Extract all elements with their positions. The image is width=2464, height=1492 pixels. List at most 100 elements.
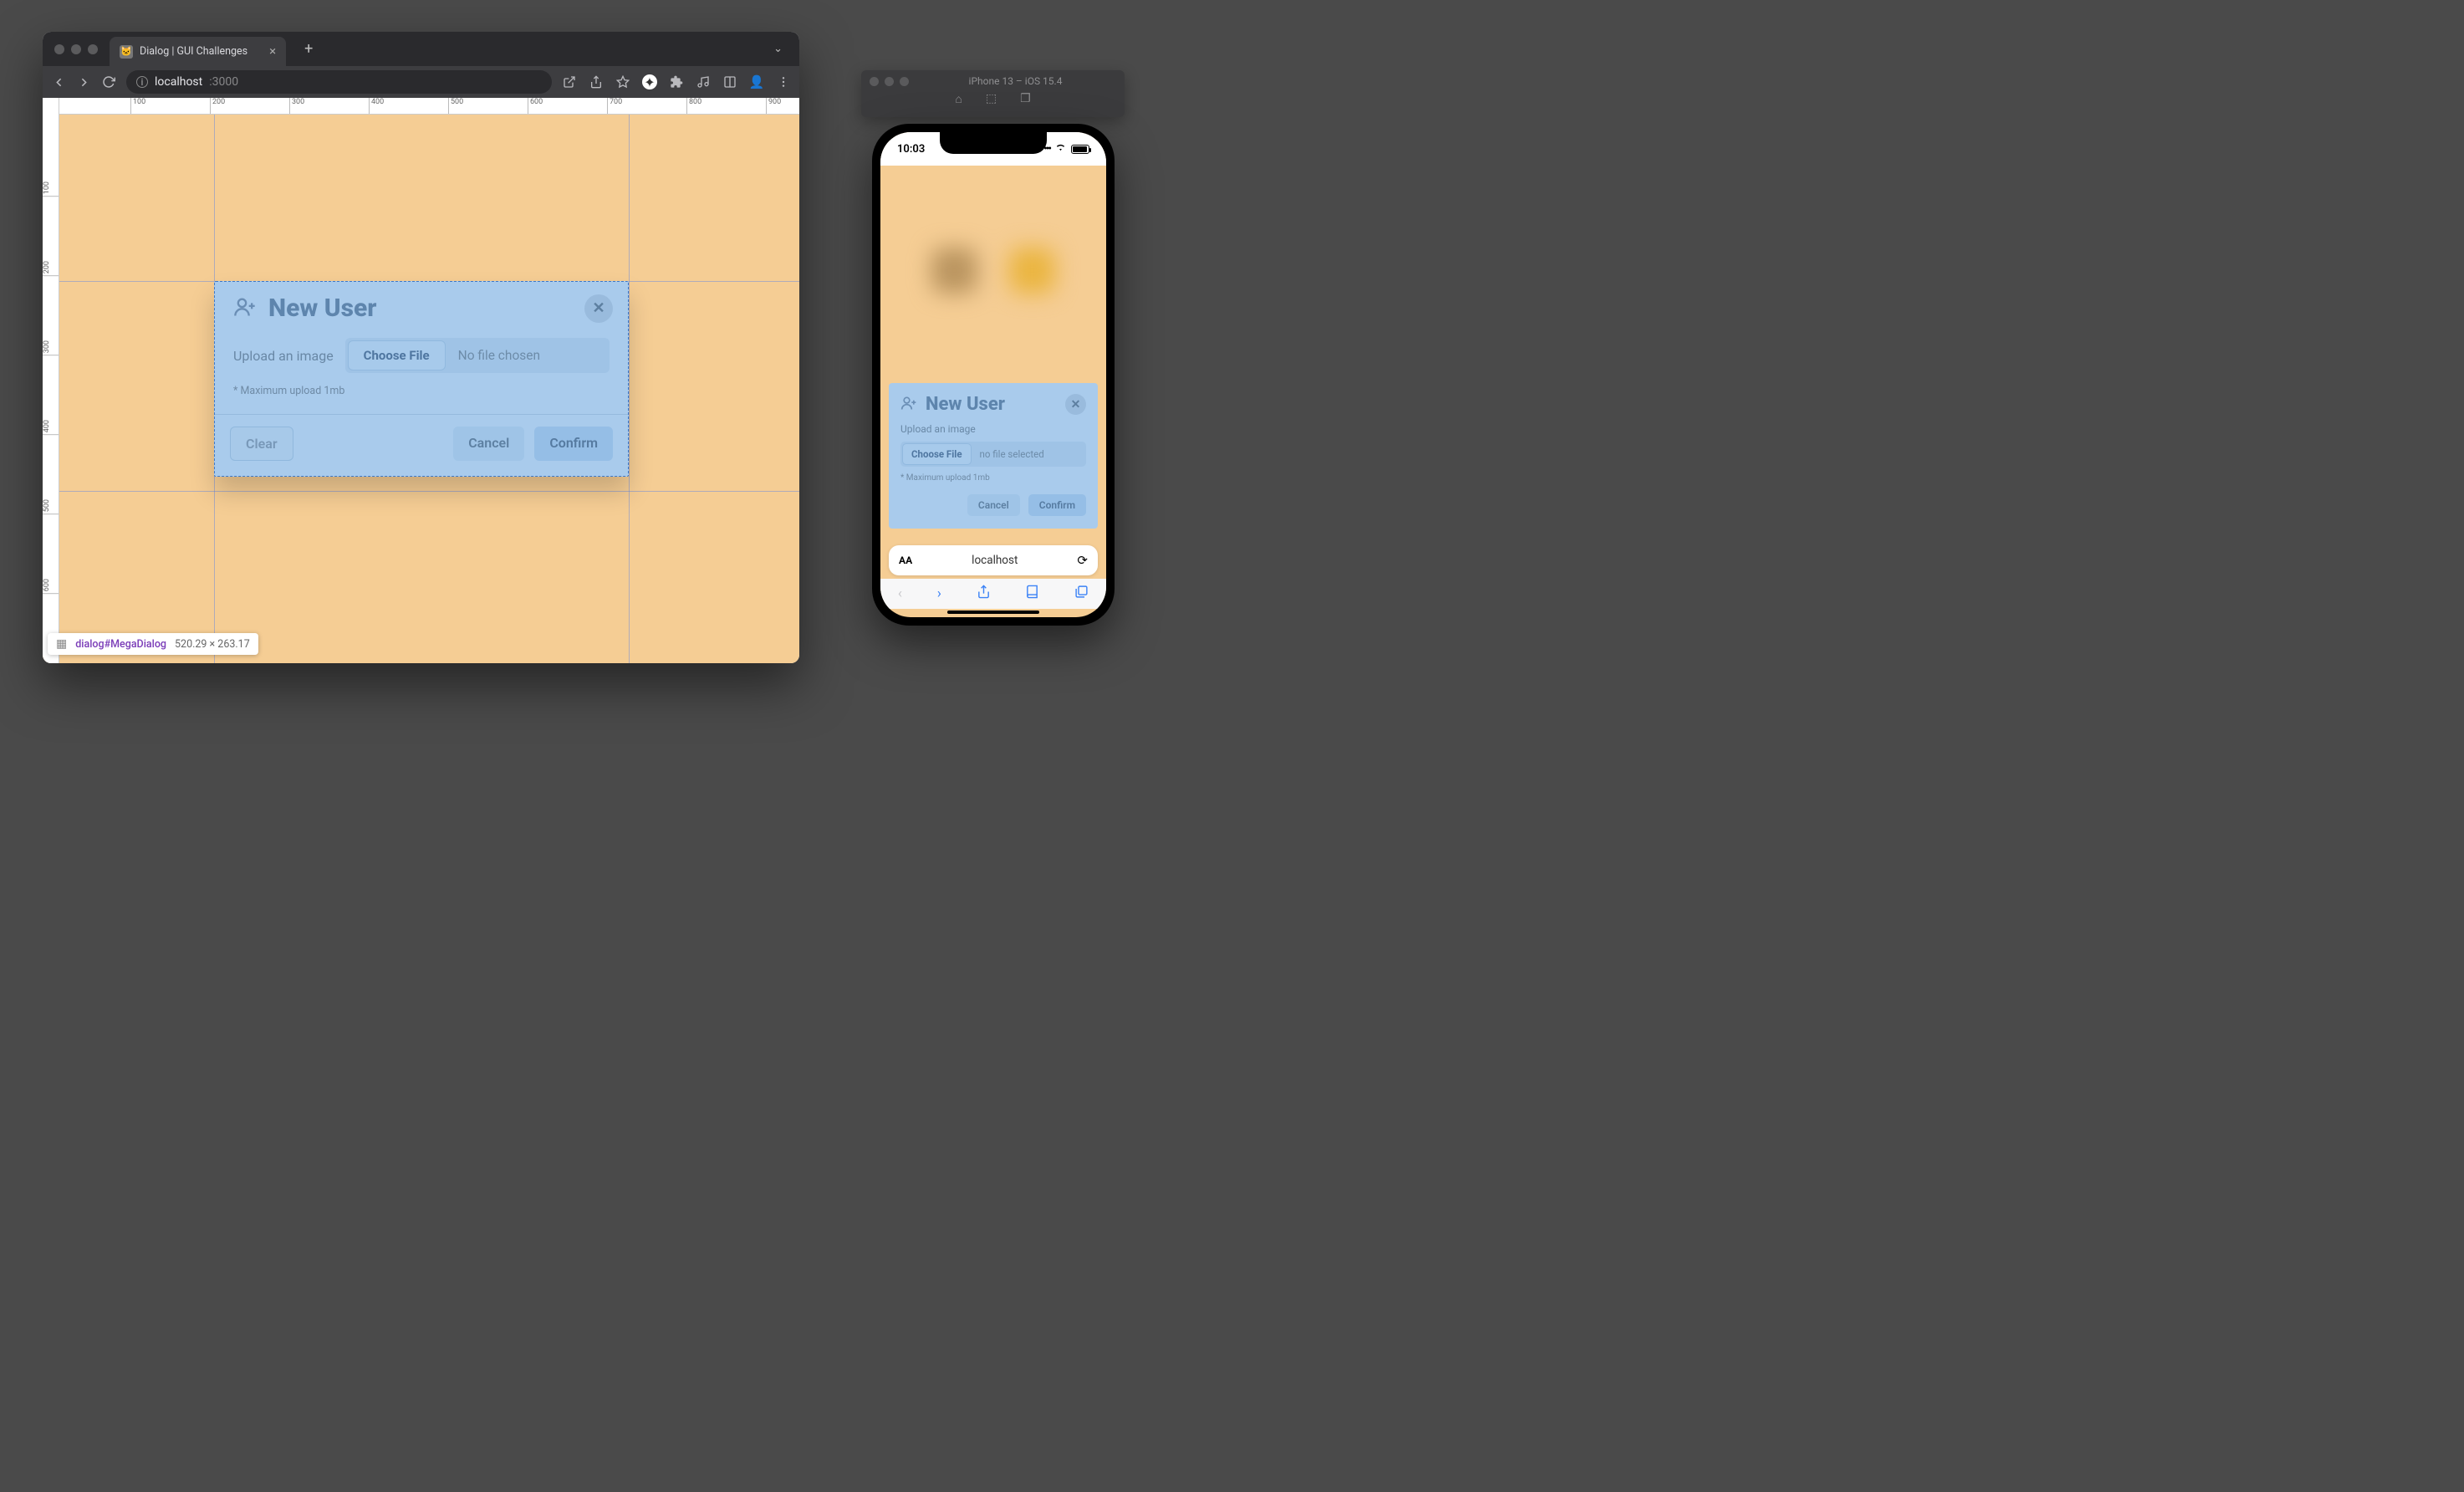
ruler-tick: 400 (369, 98, 384, 114)
safari-bookmarks-icon[interactable] (1025, 585, 1039, 603)
nav-back-icon[interactable] (51, 74, 66, 89)
tab-favicon-icon: 🐱 (120, 45, 133, 59)
sim-windows-icon[interactable]: ❐ (1020, 92, 1031, 112)
inspector-selector: dialog#MegaDialog (75, 638, 166, 651)
ruler-tick: 400 (43, 420, 59, 435)
text-size-icon[interactable]: AA (899, 554, 912, 566)
wifi-icon (1054, 143, 1067, 156)
safari-share-icon[interactable] (977, 585, 991, 603)
file-input[interactable]: Choose File No file chosen (345, 338, 610, 373)
file-status: No file chosen (448, 338, 610, 373)
mobile-upload-label: Upload an image (900, 423, 1086, 435)
url-host: localhost (155, 75, 202, 89)
ruler-tick: 800 (686, 98, 701, 114)
ruler-horizontal: 100 200 300 400 500 600 700 800 900 (43, 98, 799, 115)
browser-toolbar: i localhost :3000 ✦ 👤 (43, 66, 799, 98)
inspector-dimensions: 520.29 × 263.17 (175, 638, 250, 651)
share-icon[interactable] (589, 74, 604, 89)
mobile-file-status: no file selected (973, 442, 1086, 467)
battery-icon (1071, 145, 1089, 154)
dialog-footer: Clear Cancel Confirm (215, 414, 628, 476)
ruler-tick: 100 (130, 98, 145, 114)
side-panel-icon[interactable] (722, 74, 737, 89)
browser-window: 🐱 Dialog | GUI Challenges × + ⌄ i localh… (43, 32, 799, 663)
nav-forward-icon[interactable] (76, 74, 91, 89)
simulator-window: iPhone 13 – iOS 15.4 ⌂ ⬚ ❐ (861, 70, 1125, 117)
choose-file-button[interactable]: Choose File (348, 340, 446, 370)
simulator-title: iPhone 13 – iOS 15.4 (915, 75, 1116, 87)
upload-hint: * Maximum upload 1mb (233, 383, 610, 409)
cancel-button[interactable]: Cancel (453, 427, 524, 461)
ruler-tick: 500 (43, 499, 59, 514)
window-close-dot[interactable] (54, 44, 64, 54)
dialog-close-button[interactable]: ✕ (584, 294, 613, 323)
iphone-screen: 10:03 ••• New User ✕ Upload an image Cho… (880, 132, 1106, 617)
tab-title: Dialog | GUI Challenges (140, 45, 247, 58)
reload-icon[interactable] (101, 74, 116, 89)
safari-url: localhost (912, 554, 1077, 567)
window-minimize-dot[interactable] (71, 44, 81, 54)
sim-screenshot-icon[interactable]: ⬚ (986, 92, 997, 112)
blur-shape (931, 248, 977, 294)
browser-tab[interactable]: 🐱 Dialog | GUI Challenges × (110, 37, 286, 66)
ruler-tick: 300 (289, 98, 304, 114)
media-controls-icon[interactable] (696, 74, 711, 89)
sim-close-dot[interactable] (870, 77, 879, 86)
site-info-icon[interactable]: i (136, 76, 148, 88)
mega-dialog: New User ✕ Upload an image Choose File N… (214, 281, 629, 477)
safari-toolbar: ‹ › (880, 579, 1106, 609)
ruler-tick: 100 (43, 181, 59, 197)
ruler-tick: 500 (448, 98, 463, 114)
kebab-menu-icon[interactable] (776, 74, 791, 89)
ruler-vertical: 100 200 300 400 500 600 (43, 98, 59, 663)
devtools-element-tooltip: ▦ dialog#MegaDialog 520.29 × 263.17 (48, 633, 258, 655)
safari-address-bar[interactable]: AA localhost ⟳ (889, 545, 1098, 575)
new-tab-button[interactable]: + (304, 40, 313, 58)
mobile-mega-dialog: New User ✕ Upload an image Choose File n… (889, 383, 1098, 529)
mobile-upload-hint: * Maximum upload 1mb (900, 473, 1086, 483)
ruler-tick: 600 (43, 579, 59, 594)
user-plus-icon (900, 395, 917, 415)
extensions-puzzle-icon[interactable] (669, 74, 684, 89)
open-external-icon[interactable] (562, 74, 577, 89)
tabs-overflow-icon[interactable]: ⌄ (773, 43, 783, 55)
mobile-dialog-close-button[interactable]: ✕ (1065, 394, 1086, 415)
tab-close-icon[interactable]: × (269, 45, 276, 58)
page-viewport: 100 200 300 400 500 600 700 800 900 100 … (43, 98, 799, 663)
blur-shape (1009, 248, 1055, 294)
iphone-notch (940, 132, 1047, 154)
simulator-titlebar: iPhone 13 – iOS 15.4 (861, 70, 1125, 92)
ruler-tick: 200 (210, 98, 225, 114)
safari-tabs-icon[interactable] (1074, 585, 1089, 603)
safari-forward-icon[interactable]: › (937, 585, 941, 602)
confirm-button[interactable]: Confirm (534, 427, 613, 461)
profile-avatar-icon[interactable]: 👤 (749, 74, 764, 89)
iphone-device: 10:03 ••• New User ✕ Upload an image Cho… (872, 124, 1115, 626)
mobile-dialog-title: New User (926, 394, 1057, 415)
address-bar[interactable]: i localhost :3000 (126, 70, 552, 94)
traffic-lights (54, 44, 98, 54)
sim-minimize-dot[interactable] (885, 77, 894, 86)
upload-label: Upload an image (233, 348, 334, 364)
safari-back-icon[interactable]: ‹ (898, 585, 902, 602)
bookmark-star-icon[interactable] (615, 74, 630, 89)
simulator-toolbar: ⌂ ⬚ ❐ (861, 92, 1125, 112)
dialog-title: New User (268, 294, 573, 323)
sim-home-icon[interactable]: ⌂ (955, 92, 962, 112)
home-indicator[interactable] (947, 611, 1039, 614)
grid-icon: ▦ (56, 637, 67, 651)
user-plus-icon (233, 295, 257, 322)
safari-reload-icon[interactable]: ⟳ (1077, 553, 1088, 568)
mobile-file-input[interactable]: Choose File no file selected (900, 442, 1086, 467)
extension-compass-icon[interactable]: ✦ (642, 74, 657, 89)
mobile-confirm-button[interactable]: Confirm (1028, 494, 1086, 516)
background-blur (880, 178, 1106, 362)
mobile-choose-file-button[interactable]: Choose File (902, 443, 972, 465)
window-zoom-dot[interactable] (88, 44, 98, 54)
browser-titlebar: 🐱 Dialog | GUI Challenges × + ⌄ (43, 32, 799, 66)
ruler-tick: 600 (528, 98, 543, 114)
mobile-cancel-button[interactable]: Cancel (967, 494, 1020, 516)
url-port: :3000 (209, 75, 238, 89)
sim-zoom-dot[interactable] (900, 77, 909, 86)
clear-button[interactable]: Clear (230, 427, 293, 461)
